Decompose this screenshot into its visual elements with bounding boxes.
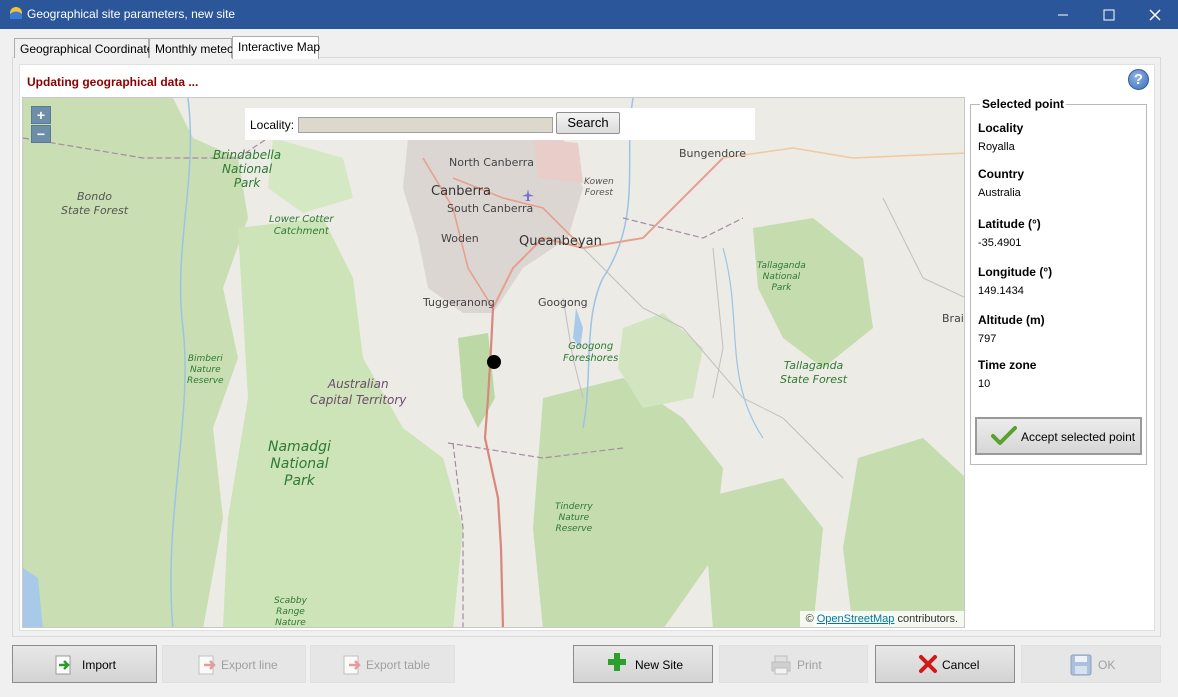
- selected-point-marker[interactable]: [487, 355, 501, 369]
- map-label-brindabella: Brindabella National Park: [213, 148, 282, 190]
- map-label-queanbeyan: Queanbeyan: [519, 234, 602, 249]
- latitude-label: Latitude (°): [978, 217, 1041, 231]
- map-label-bungendore: Bungendore: [679, 147, 746, 160]
- attribution-suffix: contributors.: [897, 613, 958, 625]
- export-icon: [198, 655, 216, 675]
- new-site-label: New Site: [635, 658, 684, 672]
- map-label-tinderry: Tinderry Nature Reserve: [555, 502, 593, 534]
- map-label-googong: Googong: [538, 296, 588, 309]
- time-zone-label: Time zone: [978, 358, 1037, 372]
- import-button[interactable]: Import: [12, 645, 157, 683]
- minimize-icon: [1058, 14, 1068, 15]
- map-label-tallaganda-np: Tallaganda National Park: [757, 261, 806, 293]
- map-label-tuggeranong: Tuggeranong: [423, 296, 495, 309]
- map-label-braid: Braid: [942, 312, 964, 325]
- locality-label: Locality: [978, 121, 1024, 135]
- map-label-bondo: Bondo State Forest: [61, 190, 129, 217]
- locality-value: Royalla: [978, 141, 1015, 153]
- title-bar: Geographical site parameters, new site: [0, 0, 1178, 29]
- locality-label: Locality:: [250, 118, 295, 132]
- cancel-icon: [919, 655, 937, 673]
- longitude-label: Longitude (°): [978, 265, 1053, 279]
- tab-interactive-map[interactable]: Interactive Map: [232, 36, 320, 59]
- map-label-south-canberra: South Canberra: [447, 202, 534, 215]
- maximize-icon: [1103, 9, 1115, 20]
- help-icon[interactable]: ?: [1128, 69, 1149, 90]
- ok-button[interactable]: OK: [1021, 645, 1161, 683]
- minimize-button[interactable]: [1040, 0, 1086, 29]
- locality-search-box: Locality: Search: [245, 108, 755, 140]
- zoom-out-button[interactable]: −: [31, 125, 51, 143]
- latitude-value: -35.4901: [978, 237, 1022, 249]
- maximize-button[interactable]: [1086, 0, 1132, 29]
- selected-point-legend: Selected point: [980, 97, 1067, 111]
- map-label-tallaganda-sf: Tallaganda State Forest: [780, 359, 848, 386]
- map-label-kowen-forest: Kowen Forest: [584, 177, 614, 198]
- import-label: Import: [82, 658, 117, 672]
- cancel-label: Cancel: [942, 658, 980, 672]
- zoom-in-button[interactable]: +: [31, 106, 51, 124]
- accept-button-label: Accept selected point: [1021, 430, 1136, 444]
- country-value: Australia: [978, 187, 1021, 199]
- time-zone-value: 10: [978, 378, 991, 390]
- longitude-value: 149.1434: [978, 285, 1024, 297]
- close-button[interactable]: [1132, 0, 1178, 29]
- ok-label: OK: [1098, 658, 1116, 672]
- zoom-control: + −: [31, 106, 53, 144]
- export-table-button[interactable]: Export table: [310, 645, 455, 683]
- app-icon: [10, 7, 22, 19]
- airport-icon: [522, 189, 534, 201]
- altitude-label: Altitude (m): [978, 313, 1045, 327]
- map-label-woden: Woden: [441, 232, 479, 245]
- map-label-canberra: Canberra: [431, 184, 491, 199]
- export-line-label: Export line: [221, 658, 278, 672]
- export-icon: [343, 655, 361, 675]
- map-attribution: © OpenStreetMap contributors.: [799, 611, 964, 627]
- checkmark-icon: [991, 426, 1017, 445]
- locality-input[interactable]: [298, 117, 553, 133]
- map-label-north-canberra: North Canberra: [449, 156, 534, 169]
- map-label-lower-cotter: Lower Cotter Catchment: [269, 214, 334, 237]
- map-label-namadgi: Namadgi National Park: [268, 439, 331, 489]
- save-icon: [1070, 654, 1092, 676]
- map-label-bimberi: Bimberi Nature Reserve: [187, 354, 224, 386]
- print-label: Print: [797, 658, 822, 672]
- window-title: Geographical site parameters, new site: [27, 7, 236, 21]
- import-icon: [55, 655, 71, 675]
- close-icon: [1149, 8, 1161, 21]
- tab-monthly-meteo[interactable]: Monthly meteo: [149, 38, 234, 58]
- interactive-map[interactable]: North Canberra Canberra South Canberra W…: [22, 97, 965, 628]
- openstreetmap-link[interactable]: OpenStreetMap: [817, 613, 895, 625]
- map-label-googong-foreshores: Googong Foreshores: [563, 341, 619, 364]
- printer-icon: [771, 655, 791, 675]
- accept-selected-point-button[interactable]: Accept selected point: [975, 417, 1142, 455]
- export-table-label: Export table: [366, 658, 431, 672]
- copyright-symbol: ©: [805, 613, 814, 625]
- status-message: Updating geographical data ...: [27, 75, 199, 89]
- map-label-act: Australian Capital Territory: [310, 377, 407, 407]
- plus-icon: [608, 653, 626, 671]
- map-label-scabby: Scabby Range Nature: [274, 596, 307, 628]
- tab-geographical-coordinates[interactable]: Geographical Coordinates: [14, 38, 159, 58]
- export-line-button[interactable]: Export line: [162, 645, 306, 683]
- print-button[interactable]: Print: [719, 645, 868, 683]
- cancel-button[interactable]: Cancel: [875, 645, 1015, 683]
- new-site-button[interactable]: New Site: [573, 645, 713, 683]
- search-button[interactable]: Search: [556, 112, 620, 134]
- country-label: Country: [978, 167, 1024, 181]
- altitude-value: 797: [978, 333, 997, 345]
